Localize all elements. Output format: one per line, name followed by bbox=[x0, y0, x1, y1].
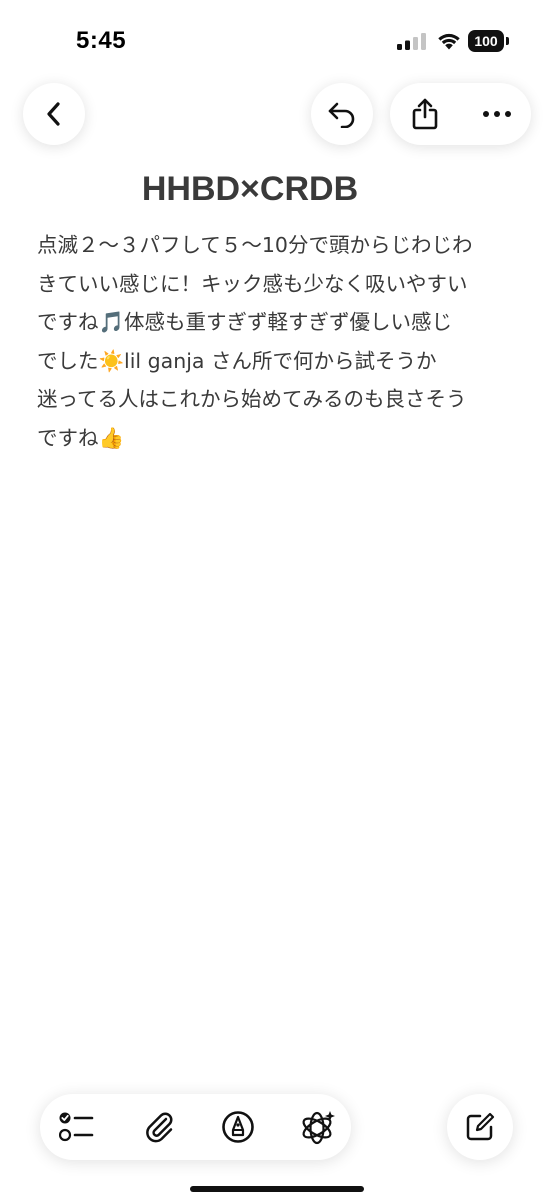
undo-icon bbox=[328, 102, 355, 128]
note-title[interactable]: HHBD×CRDB bbox=[0, 170, 500, 209]
note-line: 迷ってる人はこれから始めてみるのも良さそう bbox=[37, 387, 467, 411]
wifi-icon bbox=[438, 33, 460, 50]
status-bar: 5:45 100 bbox=[0, 0, 554, 80]
writing-tools-icon bbox=[302, 1111, 335, 1145]
checklist-button[interactable] bbox=[42, 1094, 112, 1160]
markup-button[interactable] bbox=[203, 1094, 273, 1160]
back-button[interactable] bbox=[23, 83, 85, 145]
status-time: 5:45 bbox=[76, 27, 127, 54]
bottom-toolbar bbox=[40, 1094, 351, 1160]
undo-button[interactable] bbox=[311, 83, 373, 145]
note-line: でした☀️lil ganja さん所で何から試そうか bbox=[37, 348, 437, 373]
battery-icon: 100 bbox=[468, 30, 510, 52]
note-line: ですね👍 bbox=[37, 425, 125, 450]
note-line: 点滅２〜３パフして５〜10分で頭からじわじわ bbox=[37, 233, 473, 257]
note-line: ですね🎵体感も重すぎず軽すぎず優しい感じ bbox=[37, 310, 453, 334]
more-button[interactable] bbox=[465, 83, 529, 145]
attachment-button[interactable] bbox=[124, 1094, 194, 1160]
note-line: きていい感じに！キック感も少なく吸いやすい bbox=[37, 271, 468, 296]
cellular-signal-icon bbox=[397, 33, 426, 50]
note-body[interactable]: 点滅２〜３パフして５〜10分で頭からじわじわ きていい感じに！キック感も少なく吸… bbox=[37, 226, 517, 457]
share-button[interactable] bbox=[393, 83, 457, 145]
battery-level: 100 bbox=[468, 30, 504, 52]
compose-button[interactable] bbox=[447, 1094, 513, 1160]
share-icon bbox=[412, 98, 438, 130]
paperclip-icon bbox=[146, 1112, 173, 1143]
checklist-icon bbox=[59, 1112, 94, 1142]
chevron-left-icon bbox=[47, 102, 60, 126]
markup-pen-icon bbox=[222, 1111, 254, 1143]
share-more-group bbox=[390, 83, 531, 145]
writing-tools-button[interactable] bbox=[283, 1094, 353, 1160]
ellipsis-icon bbox=[483, 111, 511, 117]
home-indicator[interactable] bbox=[190, 1186, 364, 1192]
compose-icon bbox=[466, 1112, 495, 1141]
